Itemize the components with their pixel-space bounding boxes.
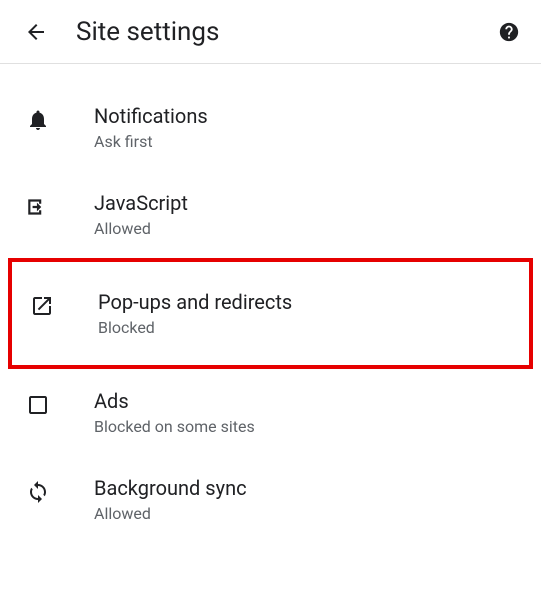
sync-icon — [24, 478, 52, 506]
arrow-left-icon — [24, 20, 48, 44]
setting-notifications[interactable]: Notifications Ask first — [0, 84, 541, 171]
setting-subtitle: Allowed — [94, 219, 517, 238]
arrow-into-box-icon — [24, 193, 52, 221]
setting-subtitle: Ask first — [94, 132, 517, 151]
setting-content: Notifications Ask first — [94, 104, 517, 151]
header: Site settings — [0, 0, 541, 64]
help-button[interactable] — [497, 20, 521, 44]
open-in-new-icon — [28, 292, 56, 320]
help-icon — [498, 21, 520, 43]
setting-title: Notifications — [94, 104, 517, 128]
setting-content: Background sync Allowed — [94, 476, 517, 523]
back-button[interactable] — [20, 16, 52, 48]
page-title: Site settings — [76, 17, 497, 47]
setting-title: JavaScript — [94, 191, 517, 215]
setting-javascript[interactable]: JavaScript Allowed — [0, 171, 541, 258]
setting-background-sync[interactable]: Background sync Allowed — [0, 456, 541, 543]
square-icon — [24, 391, 52, 419]
setting-content: JavaScript Allowed — [94, 191, 517, 238]
setting-subtitle: Blocked on some sites — [94, 417, 517, 436]
bell-icon — [24, 106, 52, 134]
setting-subtitle: Blocked — [98, 318, 513, 337]
settings-list: Notifications Ask first JavaScript Allow… — [0, 64, 541, 543]
setting-content: Pop-ups and redirects Blocked — [98, 290, 513, 337]
setting-ads[interactable]: Ads Blocked on some sites — [0, 369, 541, 456]
setting-subtitle: Allowed — [94, 504, 517, 523]
setting-popups-redirects[interactable]: Pop-ups and redirects Blocked — [8, 258, 533, 369]
setting-title: Pop-ups and redirects — [98, 290, 513, 314]
setting-title: Background sync — [94, 476, 517, 500]
setting-title: Ads — [94, 389, 517, 413]
setting-content: Ads Blocked on some sites — [94, 389, 517, 436]
